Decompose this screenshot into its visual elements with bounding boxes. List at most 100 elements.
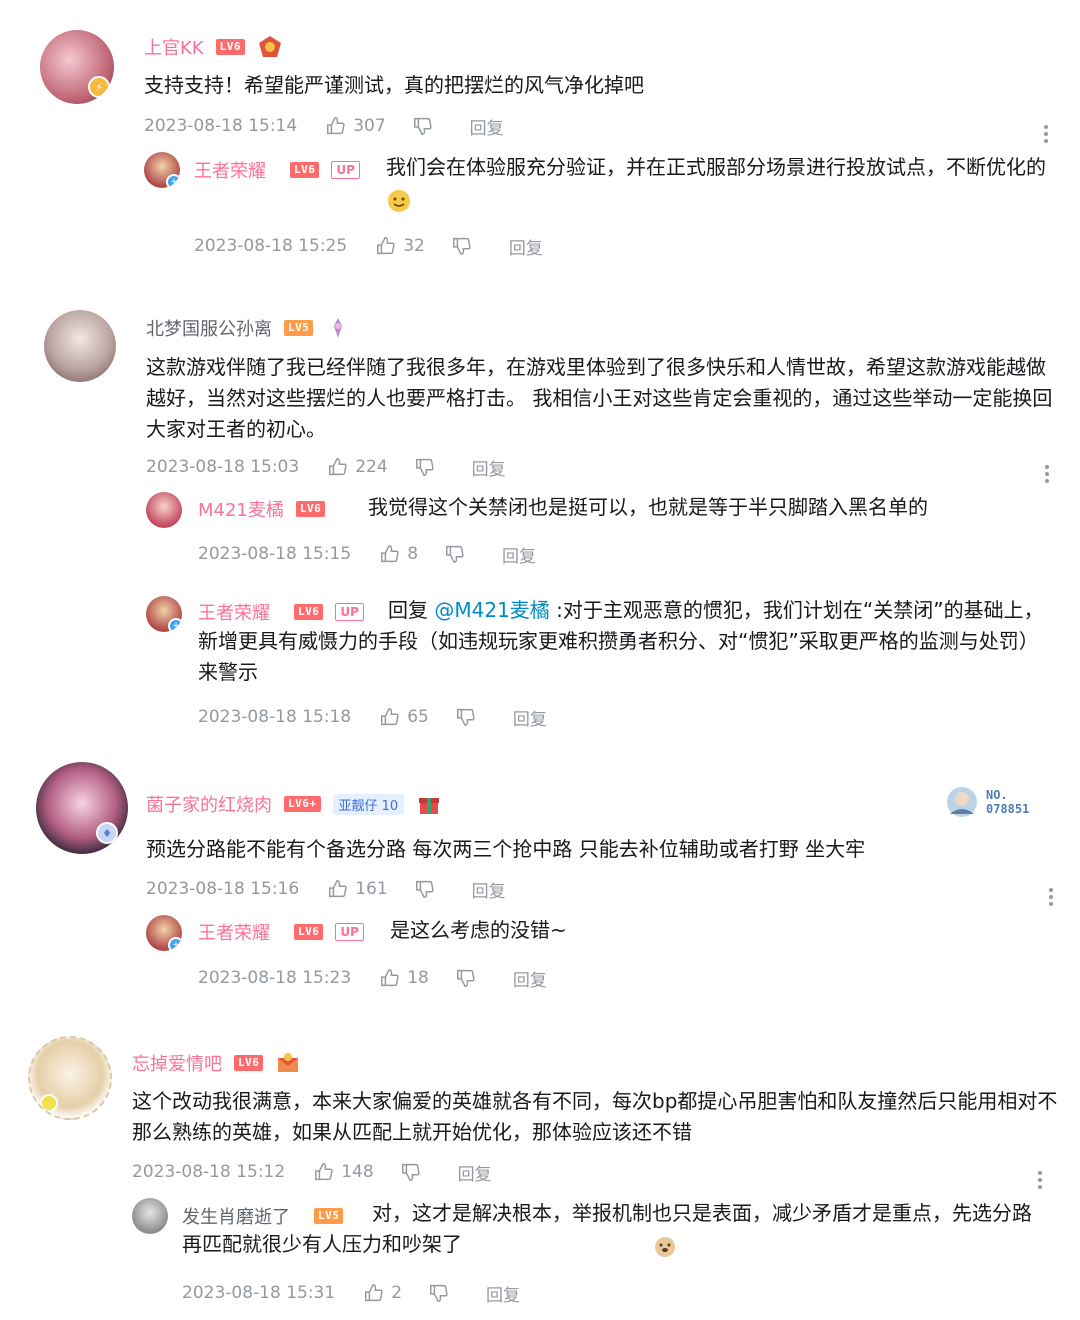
like-button[interactable]: 2 bbox=[363, 1282, 402, 1304]
verified-badge-icon: + bbox=[166, 174, 180, 188]
like-count: 65 bbox=[407, 707, 429, 727]
username[interactable]: 北梦国服公孙离 bbox=[146, 315, 272, 341]
fan-number: NO. 078851 bbox=[986, 788, 1030, 816]
like-button[interactable]: 161 bbox=[327, 878, 388, 900]
like-count: 148 bbox=[341, 1162, 374, 1182]
avatar[interactable]: ♦ bbox=[36, 762, 128, 854]
reply-button[interactable]: 回复 bbox=[458, 1160, 492, 1185]
avatar[interactable] bbox=[28, 1036, 112, 1120]
thumbs-down-icon bbox=[446, 545, 464, 563]
reply-button[interactable]: 回复 bbox=[509, 234, 543, 259]
reply-body: 我们会在体验服充分验证，并在正式服部分场景进行投放试点，不断优化的 bbox=[386, 155, 1046, 179]
dislike-button[interactable] bbox=[455, 967, 477, 989]
character-icon bbox=[947, 787, 977, 817]
like-button[interactable]: 65 bbox=[379, 706, 429, 728]
comment-date: 2023-08-18 15:14 bbox=[144, 116, 298, 136]
thumbs-up-icon bbox=[327, 117, 345, 135]
avatar[interactable]: + bbox=[144, 152, 180, 188]
thumbs-down-icon bbox=[430, 1284, 448, 1302]
thumbs-down-icon bbox=[415, 880, 434, 898]
more-options-icon[interactable] bbox=[1037, 1168, 1043, 1192]
status-dot-icon bbox=[40, 1094, 58, 1112]
username[interactable]: M421麦橘 bbox=[198, 496, 284, 522]
level-badge: LV6 bbox=[215, 39, 245, 55]
comment-date: 2023-08-18 15:03 bbox=[146, 457, 300, 477]
comment-meta: 2023-08-18 15:16 161 回复 bbox=[146, 877, 506, 902]
like-button[interactable]: 307 bbox=[325, 115, 386, 137]
avatar[interactable]: + bbox=[146, 596, 182, 632]
dog-emoji-icon bbox=[462, 1233, 675, 1259]
reply-header: M421麦橘 LV6 bbox=[198, 494, 326, 524]
like-button[interactable]: 148 bbox=[313, 1161, 374, 1183]
verified-badge-icon: ♦ bbox=[96, 822, 118, 844]
fan-number-card: NO. 078851 bbox=[944, 784, 1029, 820]
comment-header: 上官KK LV6 bbox=[144, 32, 283, 62]
dislike-button[interactable] bbox=[455, 706, 477, 728]
thumbs-down-icon bbox=[415, 458, 434, 476]
username[interactable]: 菌子家的红烧肉 bbox=[146, 791, 272, 817]
fan-badge: 亚靓仔 10 bbox=[332, 793, 405, 815]
dislike-button[interactable] bbox=[428, 1282, 450, 1304]
verified-badge-icon: ⚡ bbox=[88, 76, 110, 98]
level-badge: LV5 bbox=[284, 320, 314, 336]
level-badge: LV6 bbox=[295, 501, 326, 517]
comment-text: 这个改动我很满意，本来大家偏爱的英雄就各有不同，每次bp都提心吊胆害怕和队友撞然… bbox=[132, 1089, 1058, 1144]
like-button[interactable]: 18 bbox=[379, 967, 429, 989]
reply-button[interactable]: 回复 bbox=[486, 1281, 520, 1306]
mention-link[interactable]: @M421麦橘 bbox=[434, 598, 549, 622]
reply-button[interactable]: 回复 bbox=[470, 114, 504, 139]
avatar[interactable]: ⚡ bbox=[40, 30, 114, 104]
like-button[interactable]: 8 bbox=[379, 543, 418, 565]
level-badge: LV6+ bbox=[284, 796, 321, 812]
like-count: 8 bbox=[407, 544, 419, 564]
like-button[interactable]: 224 bbox=[327, 456, 388, 478]
thumbs-up-icon bbox=[381, 969, 399, 987]
like-count: 32 bbox=[403, 236, 425, 256]
reply-button[interactable]: 回复 bbox=[472, 877, 506, 902]
username[interactable]: 上官KK bbox=[144, 34, 204, 60]
like-count: 18 bbox=[407, 968, 429, 988]
reply-button[interactable]: 回复 bbox=[513, 966, 547, 991]
avatar[interactable] bbox=[44, 310, 116, 382]
level-badge: LV6 bbox=[234, 1055, 264, 1071]
thumbs-up-icon bbox=[365, 1284, 383, 1302]
dislike-button[interactable] bbox=[451, 235, 473, 257]
reply-button[interactable]: 回复 bbox=[472, 455, 506, 480]
up-tag: UP bbox=[335, 923, 364, 941]
thumbs-up-icon bbox=[315, 1163, 333, 1181]
comment-text: 这款游戏伴随了我已经伴随了我很多年，在游戏里体验到了很多快乐和人情世故，希望这款… bbox=[146, 355, 1053, 441]
dislike-button[interactable] bbox=[414, 456, 436, 478]
reply-text: 是这么考虑的没错~ bbox=[390, 918, 567, 942]
reply-meta: 2023-08-18 15:18 65 回复 bbox=[198, 705, 547, 730]
thumbs-up-icon bbox=[381, 708, 399, 726]
reply-button[interactable]: 回复 bbox=[513, 705, 547, 730]
username[interactable]: 王者荣耀 bbox=[198, 919, 270, 945]
reply-meta: 2023-08-18 15:23 18 回复 bbox=[198, 966, 547, 991]
thumbs-up-icon bbox=[377, 237, 395, 255]
reply-date: 2023-08-18 15:23 bbox=[198, 968, 352, 988]
like-button[interactable]: 32 bbox=[375, 235, 425, 257]
dislike-button[interactable] bbox=[414, 878, 436, 900]
more-options-icon[interactable] bbox=[1044, 462, 1050, 486]
avatar[interactable] bbox=[132, 1198, 168, 1234]
reply-button[interactable]: 回复 bbox=[502, 542, 536, 567]
username[interactable]: 忘掉爱情吧 bbox=[132, 1050, 222, 1076]
dislike-button[interactable] bbox=[412, 115, 434, 137]
thumbs-down-icon bbox=[456, 969, 475, 987]
reply-date: 2023-08-18 15:18 bbox=[198, 707, 352, 727]
more-options-icon[interactable] bbox=[1048, 885, 1054, 909]
reply-header: 王者荣耀 LV6 UP bbox=[198, 917, 364, 947]
comment-meta: 2023-08-18 15:14 307 回复 bbox=[144, 114, 504, 139]
like-count: 224 bbox=[355, 457, 388, 477]
dislike-button[interactable] bbox=[400, 1161, 422, 1183]
verified-badge-icon: + bbox=[168, 618, 182, 632]
thumbs-down-icon bbox=[401, 1163, 420, 1181]
more-options-icon[interactable] bbox=[1043, 122, 1049, 146]
medal-icon bbox=[325, 315, 351, 341]
thumbs-down-icon bbox=[456, 708, 475, 726]
comment-header: 菌子家的红烧肉 LV6+ 亚靓仔 10 bbox=[146, 789, 442, 819]
dislike-button[interactable] bbox=[444, 543, 466, 565]
avatar[interactable] bbox=[146, 492, 182, 528]
like-count: 307 bbox=[353, 116, 386, 136]
avatar[interactable]: + bbox=[146, 915, 182, 951]
